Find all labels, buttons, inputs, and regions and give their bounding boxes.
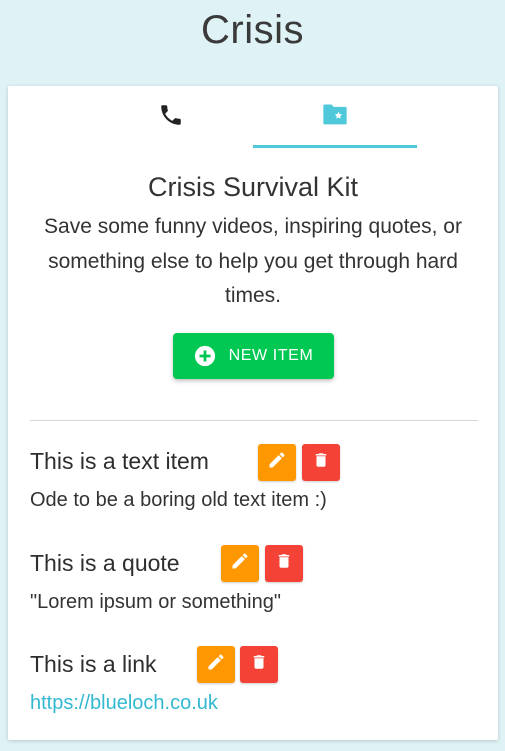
pencil-icon xyxy=(206,652,226,677)
add-circle-icon xyxy=(194,345,216,367)
edit-button[interactable] xyxy=(221,545,259,582)
delete-button[interactable] xyxy=(265,545,303,582)
tab-survival-kit[interactable] xyxy=(253,86,417,148)
item-link[interactable]: https://blueloch.co.uk xyxy=(30,692,218,714)
kit-card: Crisis Survival Kit Save some funny vide… xyxy=(8,86,498,740)
trash-icon xyxy=(312,450,330,475)
tab-bar xyxy=(8,86,498,148)
item-body: Ode to be a boring old text item :) xyxy=(30,489,327,511)
phone-icon xyxy=(158,102,184,133)
kit-title: Crisis Survival Kit xyxy=(147,172,359,202)
edit-button[interactable] xyxy=(258,444,296,481)
trash-icon xyxy=(275,551,293,576)
tab-phone[interactable] xyxy=(89,86,253,148)
page-title: Crisis xyxy=(201,8,304,52)
item-title: This is a quote xyxy=(30,550,180,576)
new-item-label: NEW ITEM xyxy=(228,347,314,364)
edit-button[interactable] xyxy=(197,646,235,683)
delete-button[interactable] xyxy=(240,646,278,683)
trash-icon xyxy=(250,652,268,677)
divider xyxy=(30,420,478,421)
item-body: "Lorem ipsum or something" xyxy=(30,591,281,613)
item-title: This is a link xyxy=(30,651,157,677)
item-body: https://blueloch.co.uk xyxy=(30,692,218,715)
new-item-button[interactable]: NEW ITEM xyxy=(173,333,334,379)
active-tab-indicator xyxy=(253,145,417,148)
pencil-icon xyxy=(230,551,250,576)
pencil-icon xyxy=(267,450,287,475)
kit-description: Save some funny videos, inspiring quotes… xyxy=(44,215,462,307)
delete-button[interactable] xyxy=(302,444,340,481)
item-title: This is a text item xyxy=(30,448,209,474)
folder-star-icon xyxy=(321,102,349,133)
